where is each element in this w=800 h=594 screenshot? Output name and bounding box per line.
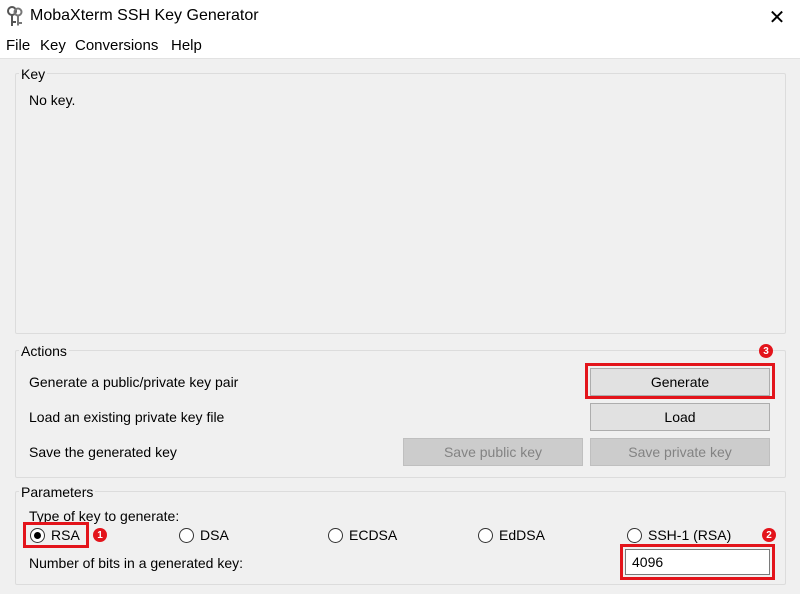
badge-2: 2	[762, 528, 776, 542]
title-bar: MobaXterm SSH Key Generator ✕	[0, 0, 800, 34]
key-group	[15, 73, 786, 334]
menu-key[interactable]: Key	[40, 37, 66, 54]
radio-eddsa[interactable]: EdDSA	[478, 527, 545, 543]
highlight-bits	[620, 544, 775, 580]
radio-ecdsa[interactable]: ECDSA	[328, 527, 397, 543]
radio-ssh1-rsa-indicator	[627, 527, 642, 543]
save-public-key-button[interactable]: Save public key	[403, 438, 583, 466]
highlight-rsa	[23, 522, 89, 548]
load-button[interactable]: Load	[590, 403, 770, 431]
highlight-generate	[585, 363, 775, 399]
radio-dsa-label: DSA	[200, 527, 229, 543]
radio-ecdsa-indicator	[328, 527, 343, 543]
radio-ssh1-rsa-label: SSH-1 (RSA)	[648, 527, 732, 543]
radio-ssh1-rsa[interactable]: SSH-1 (RSA)	[627, 527, 731, 543]
load-description: Load an existing private key file	[29, 409, 225, 425]
save-private-key-label: Save private key	[628, 444, 732, 460]
radio-ecdsa-label: ECDSA	[349, 527, 398, 543]
badge-1: 1	[93, 528, 107, 542]
key-content: No key.	[29, 92, 76, 108]
load-button-label: Load	[664, 409, 696, 425]
menu-file[interactable]: File	[6, 37, 30, 54]
menu-conversions[interactable]: Conversions	[75, 37, 158, 54]
radio-dsa-indicator	[179, 527, 194, 543]
radio-eddsa-label: EdDSA	[499, 527, 545, 543]
menu-bar: File Key Conversions Help	[0, 34, 800, 59]
radio-dsa[interactable]: DSA	[179, 527, 229, 543]
save-public-key-label: Save public key	[443, 444, 543, 460]
close-icon: ✕	[768, 6, 786, 29]
close-button[interactable]: ✕	[754, 0, 800, 34]
parameters-group-label: Parameters	[19, 484, 96, 500]
window-title: MobaXterm SSH Key Generator	[30, 7, 259, 24]
menu-help[interactable]: Help	[171, 37, 202, 54]
bits-label: Number of bits in a generated key:	[29, 555, 244, 571]
badge-3: 3	[759, 344, 773, 358]
generate-description: Generate a public/private key pair	[29, 374, 239, 390]
actions-group-label: Actions	[19, 343, 69, 359]
radio-eddsa-indicator	[478, 527, 493, 543]
save-description: Save the generated key	[29, 444, 177, 460]
save-private-key-button[interactable]: Save private key	[590, 438, 770, 466]
keys-icon	[7, 6, 23, 26]
key-group-label: Key	[19, 66, 48, 82]
